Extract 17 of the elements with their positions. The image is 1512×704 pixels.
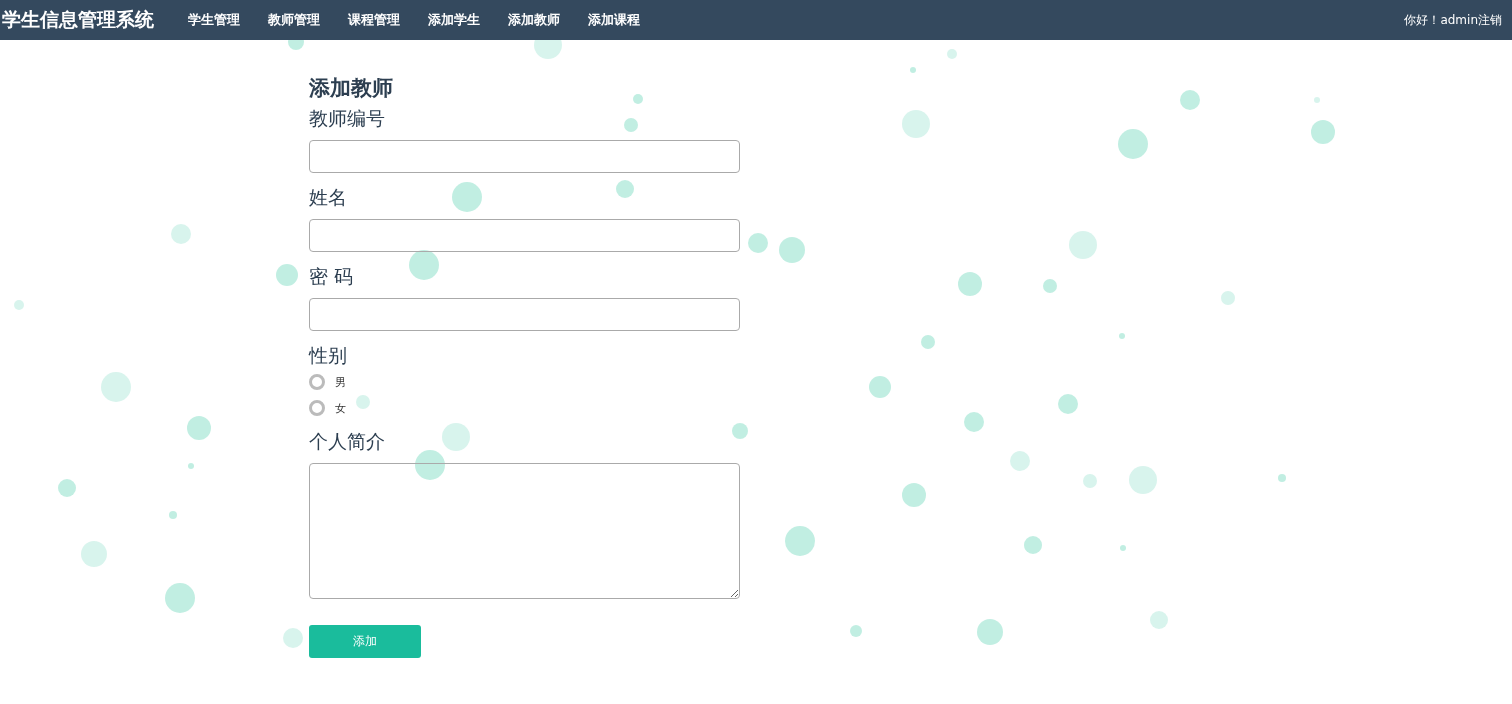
user-greeting: 你好！admin	[1404, 11, 1478, 29]
nav-link[interactable]: 添加教师	[501, 11, 567, 29]
field-label: 姓名	[309, 185, 348, 210]
nav-link[interactable]: 学生管理	[181, 11, 247, 29]
brand-title: 学生信息管理系统	[2, 7, 154, 32]
nav-link[interactable]: 添加学生	[421, 11, 487, 29]
nav-link[interactable]: 课程管理	[341, 11, 407, 29]
field-label: 性别	[309, 343, 348, 368]
field-label: 教师编号	[309, 106, 386, 131]
logout-link[interactable]: 注销	[1478, 11, 1502, 29]
field-label: 密 码	[309, 264, 355, 289]
field-label: 个人简介	[309, 429, 386, 454]
nav-link[interactable]: 教师管理	[261, 11, 327, 29]
nav-link[interactable]: 添加课程	[581, 11, 647, 29]
radio-label: 男	[335, 374, 346, 390]
form-title: 添加教师	[309, 75, 394, 102]
radio-label: 女	[335, 400, 346, 416]
